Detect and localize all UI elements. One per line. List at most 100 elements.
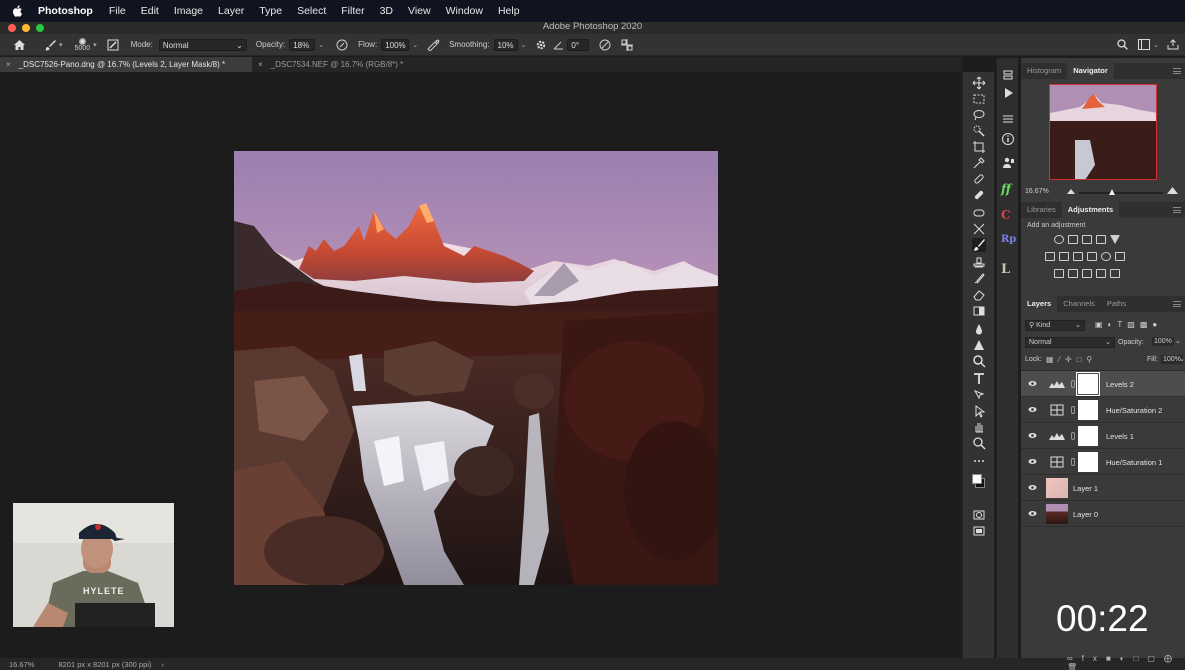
healing-brush-tool[interactable] <box>972 188 986 202</box>
layer-row-levels-1[interactable]: Levels 1 <box>1021 423 1185 449</box>
move-tool[interactable] <box>972 76 986 90</box>
dodge-tool[interactable] <box>972 338 986 352</box>
chevron-right-icon[interactable]: › <box>161 660 164 669</box>
layer-name[interactable]: Levels 2 <box>1106 380 1134 389</box>
brightness-contrast-icon[interactable] <box>1054 235 1064 244</box>
chevron-down-icon[interactable]: ⌄ <box>521 41 527 49</box>
tab-paths[interactable]: Paths <box>1101 296 1132 312</box>
menu-layer[interactable]: Layer <box>218 5 244 17</box>
layer-filter-select[interactable]: ⚲ Kind ⌄ <box>1025 320 1085 331</box>
smoothing-input[interactable]: 10% <box>493 38 518 51</box>
selective-color-icon[interactable] <box>1096 269 1106 278</box>
document-image[interactable] <box>234 151 718 585</box>
history-brush-tool[interactable] <box>972 272 986 286</box>
menu-select[interactable]: Select <box>297 5 326 17</box>
close-icon[interactable]: × <box>258 60 263 69</box>
layer-name[interactable]: Levels 1 <box>1106 432 1134 441</box>
airbrush-icon[interactable] <box>427 38 440 51</box>
navigator-zoom-slider[interactable] <box>1079 189 1163 195</box>
eraser-tool[interactable] <box>972 288 986 302</box>
color-lookup-icon[interactable] <box>1115 252 1125 261</box>
mode-select[interactable]: Normal ⌄ <box>158 38 247 51</box>
link-icon[interactable] <box>1071 458 1075 466</box>
quick-mask-icon[interactable] <box>972 508 986 522</box>
screen-mode-icon[interactable] <box>972 524 986 538</box>
workspace-icon[interactable] <box>1138 39 1151 50</box>
opacity-input[interactable]: 18% <box>289 38 316 51</box>
history-icon[interactable] <box>1001 68 1015 82</box>
posterize-icon[interactable] <box>1068 269 1078 278</box>
navigator-preview[interactable] <box>1049 84 1157 180</box>
app-menu-photoshop[interactable]: Photoshop <box>38 5 93 17</box>
foreground-color-swatch[interactable] <box>972 474 982 484</box>
layer-row-layer-1[interactable]: Layer 1 <box>1021 475 1185 501</box>
menu-window[interactable]: Window <box>446 5 483 17</box>
pen-tool[interactable] <box>972 354 986 368</box>
color-plugin-icon[interactable]: C <box>1001 208 1015 222</box>
tab-dsc7534[interactable]: × _DSC7534.NEF @ 16.7% (RGB/8*) * <box>252 57 422 72</box>
brush-settings-icon[interactable] <box>107 39 119 51</box>
menu-3d[interactable]: 3D <box>380 5 393 17</box>
more-tools-icon[interactable] <box>972 454 986 468</box>
panel-menu-icon[interactable] <box>1173 68 1181 74</box>
layer-mask-thumbnail[interactable] <box>1076 372 1100 396</box>
tab-channels[interactable]: Channels <box>1057 296 1101 312</box>
navigator-zoom-value[interactable]: 16.67% <box>1025 188 1049 195</box>
flourish-plugin-icon[interactable]: ff <box>1001 182 1015 196</box>
gear-icon[interactable] <box>535 39 547 51</box>
flow-input[interactable]: 100% <box>381 38 410 51</box>
layer-mask-thumbnail[interactable] <box>1078 400 1098 420</box>
content-aware-move-tool[interactable] <box>972 222 986 236</box>
curves-icon[interactable] <box>1082 235 1092 244</box>
chevron-down-icon[interactable]: ▾ <box>93 41 97 49</box>
users-icon[interactable] <box>1001 156 1015 170</box>
invert-icon[interactable] <box>1054 269 1064 278</box>
layer-name[interactable]: Hue/Saturation 1 <box>1106 458 1162 467</box>
layer-row-layer-0[interactable]: Layer 0 <box>1021 501 1185 527</box>
close-icon[interactable]: × <box>6 60 11 69</box>
brush-preset-icon[interactable] <box>44 39 56 51</box>
luminosity-plugin-icon[interactable]: L <box>1001 262 1015 277</box>
pressure-size-icon[interactable] <box>599 39 611 51</box>
symmetry-icon[interactable] <box>621 38 634 51</box>
crop-tool[interactable] <box>972 140 986 154</box>
layer-thumbnail[interactable] <box>1046 504 1068 524</box>
hand-tool[interactable] <box>972 420 986 434</box>
levels-icon[interactable] <box>1068 235 1078 244</box>
visibility-eye-icon[interactable] <box>1028 405 1037 414</box>
lock-icons[interactable]: ▦∕✛□⚲ <box>1046 355 1097 364</box>
visibility-eye-icon[interactable] <box>1028 431 1037 440</box>
layer-name[interactable]: Layer 1 <box>1073 484 1098 493</box>
pressure-opacity-icon[interactable] <box>336 39 348 51</box>
layer-row-levels-2[interactable]: Levels 2 <box>1021 371 1185 397</box>
marquee-tool[interactable] <box>972 92 986 106</box>
play-action-icon[interactable] <box>1001 86 1015 100</box>
gradient-map-icon[interactable] <box>1110 269 1120 278</box>
photo-filter-icon[interactable] <box>1087 252 1097 261</box>
properties-icon[interactable] <box>1001 112 1015 126</box>
info-icon[interactable] <box>1001 132 1015 146</box>
black-white-icon[interactable] <box>1073 252 1083 261</box>
channel-mixer-icon[interactable] <box>1101 252 1111 261</box>
layer-thumbnail[interactable] <box>1046 478 1068 498</box>
visibility-eye-icon[interactable] <box>1028 457 1037 466</box>
link-icon[interactable] <box>1071 380 1075 388</box>
chevron-down-icon[interactable]: ⌄ <box>412 41 418 49</box>
menu-filter[interactable]: Filter <box>341 5 364 17</box>
lasso-tool[interactable] <box>972 108 986 122</box>
eyedropper-tool[interactable] <box>972 156 986 170</box>
share-icon[interactable] <box>1167 39 1179 50</box>
tab-adjustments[interactable]: Adjustments <box>1061 202 1120 218</box>
fx-icon[interactable]: fx <box>1082 654 1106 663</box>
menu-image[interactable]: Image <box>174 5 203 17</box>
threshold-icon[interactable] <box>1082 269 1092 278</box>
type-tool[interactable] <box>972 372 986 386</box>
patch-tool[interactable] <box>972 206 986 220</box>
angle-input[interactable]: 0° <box>567 38 590 51</box>
direct-selection-tool[interactable] <box>972 404 986 418</box>
layer-mask-thumbnail[interactable] <box>1078 452 1098 472</box>
chevron-down-icon[interactable]: ⌄ <box>1179 355 1185 363</box>
menu-help[interactable]: Help <box>498 5 520 17</box>
home-icon[interactable] <box>13 39 26 51</box>
chevron-down-icon[interactable]: ⌄ <box>1153 41 1159 49</box>
